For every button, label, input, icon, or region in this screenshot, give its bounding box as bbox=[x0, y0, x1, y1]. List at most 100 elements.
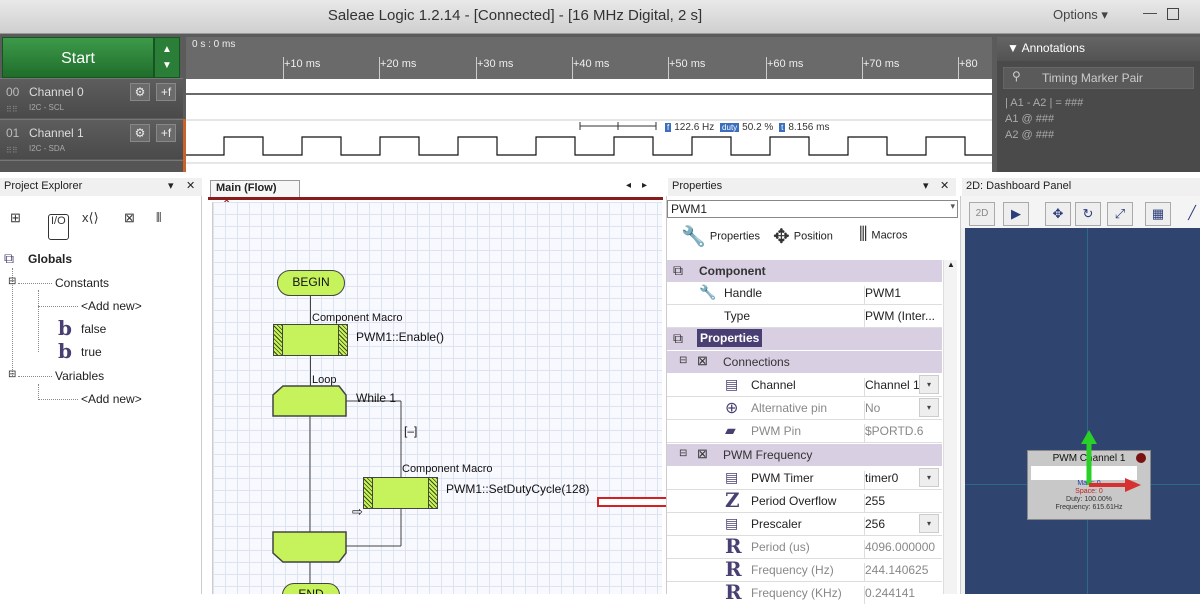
tree-constants[interactable]: Constants bbox=[55, 276, 109, 290]
chevron-down-icon[interactable]: ▾ bbox=[168, 179, 174, 192]
transform-gizmo[interactable] bbox=[965, 228, 1200, 594]
tab-scroll-left-icon[interactable]: ◂ bbox=[626, 180, 631, 191]
tree-variables[interactable]: Variables bbox=[55, 369, 104, 383]
chevron-down-icon: ▾ bbox=[919, 375, 939, 394]
io-icon[interactable]: I/O bbox=[48, 214, 69, 240]
resize-icon[interactable]: ⤢ bbox=[1107, 202, 1133, 226]
section-connections[interactable]: ⊟ ⊠ Connections bbox=[667, 351, 942, 373]
waveform-view[interactable]: 0 s : 0 ms +10 ms +20 ms +30 ms +40 ms +… bbox=[186, 37, 992, 172]
time-tick: +30 ms bbox=[477, 58, 514, 70]
annotation-row: A1 @ ### bbox=[1005, 113, 1055, 125]
expand-icon[interactable]: ⊟ bbox=[8, 369, 16, 380]
add-analyzer-icon[interactable]: +f bbox=[156, 83, 176, 101]
properties-panel: PWM1 ▾ 🔧 Properties ✥ Position ⫴ Macros ⧉ Co… bbox=[666, 196, 958, 604]
start-button[interactable]: Start bbox=[2, 37, 154, 78]
minimize-icon[interactable]: — bbox=[1143, 4, 1157, 20]
tab-scroll-right-icon[interactable]: ▸ bbox=[642, 180, 647, 191]
pointer-icon[interactable]: ▶ bbox=[1003, 202, 1029, 226]
component-macro-block-2[interactable] bbox=[363, 477, 438, 509]
component-selector[interactable]: PWM1 ▾ bbox=[667, 200, 958, 218]
prop-row-alternative-pin[interactable]: ⊕ Alternative pin No ▾ bbox=[667, 397, 942, 420]
channel-number: 00 bbox=[6, 85, 20, 99]
chevron-down-icon[interactable]: ▾ bbox=[923, 179, 929, 192]
macros-icon[interactable]: ⊠ bbox=[124, 210, 135, 236]
list-icon: ▤ bbox=[725, 515, 739, 531]
prop-row-type[interactable]: Type PWM (Inter... bbox=[667, 305, 942, 328]
chevron-down-icon: ▾ bbox=[950, 201, 955, 211]
annotation-row: | A1 - A2 | = ### bbox=[1005, 97, 1084, 109]
drag-grip-icon[interactable]: ⠿⠿ bbox=[6, 146, 18, 155]
channel-name[interactable]: Channel 1 bbox=[29, 126, 84, 140]
frequency-icon: ⊠ bbox=[697, 446, 708, 461]
variables-icon[interactable]: x⟨⟩ bbox=[82, 210, 99, 236]
prop-row-prescaler[interactable]: ▤ Prescaler 256 ▾ bbox=[667, 513, 942, 536]
z-variable-icon: Z bbox=[725, 488, 740, 512]
gear-icon[interactable]: ⚙ bbox=[130, 124, 150, 142]
dashboard-panel: 2D ▶ ✥ ↻ ⤢ ▦ ╱ PWM Channel 1 Mark: 0 Spa… bbox=[960, 196, 1200, 594]
dashboard-canvas[interactable]: PWM Channel 1 Mark: 0 Space: 0 Duty: 100… bbox=[965, 228, 1200, 594]
tree-globals[interactable]: Globals bbox=[28, 252, 72, 266]
channel-row-1[interactable]: 01 Channel 1 ⠿⠿ I2C - SDA ⚙ +f bbox=[0, 119, 183, 159]
drag-grip-icon[interactable]: ⠿⠿ bbox=[6, 105, 18, 114]
time-tick: +60 ms bbox=[767, 58, 804, 70]
panel-icon[interactable]: ▦ bbox=[1145, 202, 1171, 226]
add-new-variable[interactable]: <Add new> bbox=[81, 392, 142, 406]
expand-icon[interactable]: ⊟ bbox=[8, 276, 16, 287]
tab-macros[interactable]: ⫴ Macros bbox=[859, 224, 907, 247]
close-icon[interactable]: ✕ bbox=[940, 179, 949, 192]
period-badge: t bbox=[779, 123, 786, 132]
annotations-header[interactable]: ▼ Annotations bbox=[997, 37, 1200, 61]
prop-row-handle[interactable]: 🔧 Handle PWM1 bbox=[667, 282, 942, 305]
prop-row-period-overflow[interactable]: Z Period Overflow 255 bbox=[667, 488, 942, 513]
2d-view-icon[interactable]: 2D bbox=[969, 202, 995, 226]
project-explorer-header: Project Explorer ▾ ✕ bbox=[0, 178, 202, 196]
add-new-constant[interactable]: <Add new> bbox=[81, 299, 142, 313]
move-icon: ✥ bbox=[773, 226, 790, 248]
time-tick: +80 bbox=[959, 58, 978, 70]
section-component[interactable]: ⧉ Component bbox=[667, 260, 942, 282]
options-menu[interactable]: Options ▾ bbox=[1053, 7, 1108, 23]
collapse-toggle[interactable]: [–] bbox=[404, 424, 417, 438]
loop-end-shape bbox=[272, 531, 347, 563]
end-block[interactable]: END bbox=[282, 583, 340, 594]
prop-row-period-us[interactable]: R Period (us) 4096.000000 bbox=[667, 534, 942, 559]
saleae-title: Saleae Logic 1.2.14 - [Connected] - [16 … bbox=[327, 7, 703, 24]
components-icon[interactable]: ⫴ bbox=[156, 210, 161, 236]
timing-marker-selector[interactable]: ⚲ Timing Marker Pair bbox=[1003, 67, 1194, 89]
maximize-icon[interactable] bbox=[1167, 8, 1179, 20]
wrench-icon[interactable]: ╱ bbox=[1179, 202, 1200, 226]
prop-row-frequency-hz[interactable]: R Frequency (Hz) 244.140625 bbox=[667, 557, 942, 582]
chevron-down-icon: ▾ bbox=[919, 398, 939, 417]
channel-row-0[interactable]: 00 Channel 0 ⠿⠿ I2C - SCL ⚙ +f bbox=[0, 78, 183, 118]
rotate-icon[interactable]: ↻ bbox=[1075, 202, 1101, 226]
loop-start-shape bbox=[272, 385, 347, 417]
tab-properties[interactable]: 🔧 Properties bbox=[681, 224, 760, 249]
duty-badge: duty bbox=[720, 123, 740, 132]
prop-row-pwm-timer[interactable]: ▤ PWM Timer timer0 ▾ bbox=[667, 467, 942, 490]
crosshair-icon: ⊕ bbox=[725, 400, 739, 417]
channel-name[interactable]: Channel 0 bbox=[29, 85, 84, 99]
channel-1-trace bbox=[186, 136, 992, 156]
move-icon[interactable]: ✥ bbox=[1045, 202, 1071, 226]
properties-scrollbar[interactable]: ▲ bbox=[943, 260, 957, 594]
add-analyzer-icon[interactable]: +f bbox=[156, 124, 176, 142]
ports-icon[interactable]: ⊞ bbox=[10, 210, 21, 236]
readonly-icon: R bbox=[725, 580, 742, 604]
section-properties[interactable]: ⧉ Properties bbox=[667, 328, 942, 350]
while-label: While 1 bbox=[356, 391, 397, 405]
tab-position[interactable]: ✥ Position bbox=[773, 224, 833, 249]
tree-const-true[interactable]: true bbox=[81, 345, 102, 359]
prop-row-pwm-pin[interactable]: ▰ PWM Pin $PORTD.6 bbox=[667, 420, 942, 443]
dashboard-toolbar: 2D ▶ ✥ ↻ ⤢ ▦ ╱ bbox=[961, 196, 1200, 228]
start-options-arrows[interactable]: ▲ ▼ bbox=[154, 37, 180, 78]
time-ruler[interactable]: 0 s : 0 ms +10 ms +20 ms +30 ms +40 ms +… bbox=[186, 37, 992, 79]
section-pwm-frequency[interactable]: ⊟ ⊠ PWM Frequency bbox=[667, 444, 942, 466]
chevron-down-icon: ▾ bbox=[919, 468, 939, 487]
prop-row-channel[interactable]: ▤ Channel Channel 1 ▾ bbox=[667, 374, 942, 397]
close-icon[interactable]: ✕ bbox=[186, 179, 195, 192]
gear-icon[interactable]: ⚙ bbox=[130, 83, 150, 101]
tree-const-false[interactable]: false bbox=[81, 322, 106, 336]
flowchart-canvas[interactable]: BEGIN Component Macro PWM1::Enable() Loo… bbox=[212, 202, 662, 594]
channel-number: 01 bbox=[6, 126, 20, 140]
tab-main-flow[interactable]: Main (Flow) ✕ bbox=[210, 180, 300, 207]
